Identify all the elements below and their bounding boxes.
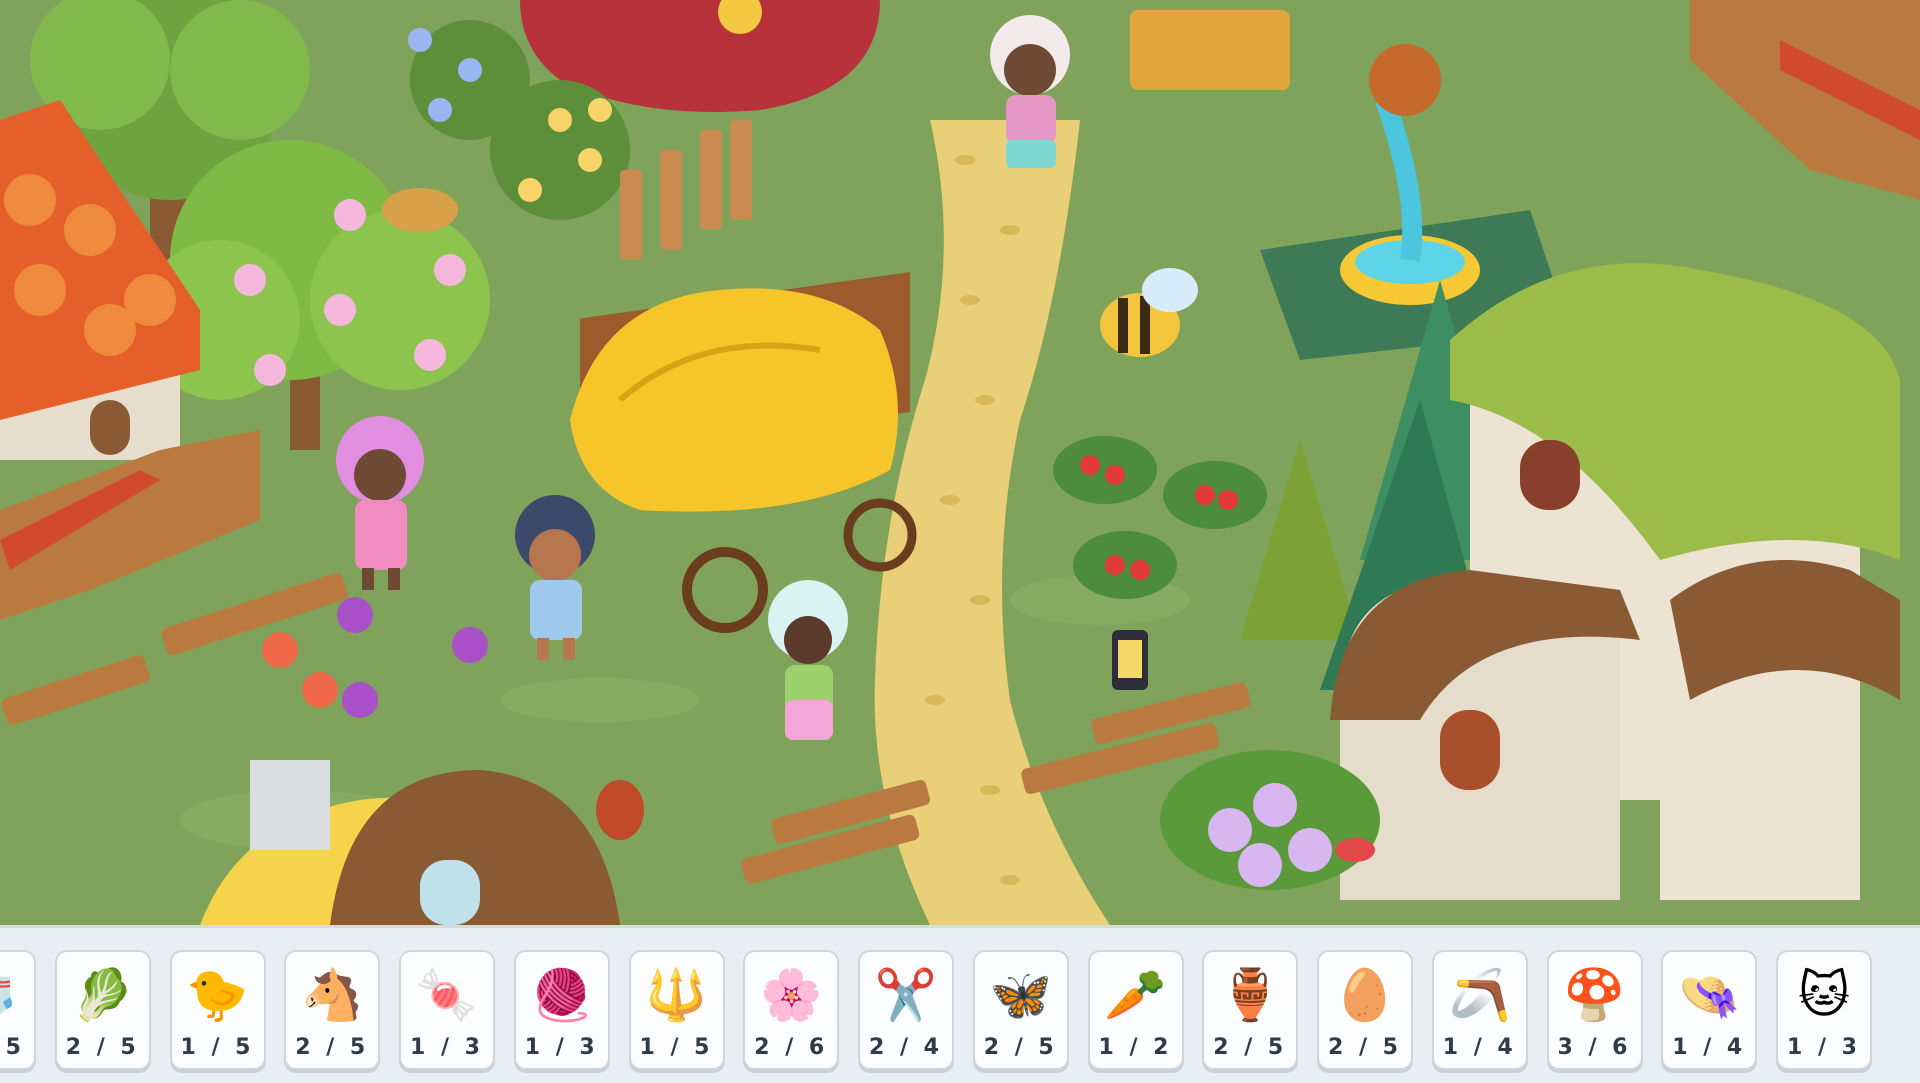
item-count: 1 / 5 xyxy=(639,1035,714,1060)
item-slot-cabbage[interactable]: 🥬 2 / 5 xyxy=(54,950,151,1070)
item-slot-scissors[interactable]: ✂️ 2 / 4 xyxy=(858,950,954,1070)
cat-icon: 🐱 xyxy=(1797,966,1851,1024)
item-count: 2 / 6 xyxy=(754,1035,829,1060)
carrot-icon: 🥕 xyxy=(1104,966,1167,1024)
item-slot-straw-hat[interactable]: 👒 1 / 4 xyxy=(1661,950,1758,1070)
item-slot-slingshot[interactable]: 🪃 1 / 4 xyxy=(1431,950,1528,1070)
game-scene[interactable] xyxy=(0,0,1920,925)
item-slot-egg[interactable]: 🥚 2 / 5 xyxy=(1317,950,1413,1070)
item-count: 1 / 2 xyxy=(1098,1035,1173,1060)
hobby-horse-icon: 🐴 xyxy=(301,966,364,1024)
item-slot-jug[interactable]: 🏺 2 / 5 xyxy=(1202,950,1299,1070)
flower-bed-bottom xyxy=(1160,750,1380,890)
lantern xyxy=(1112,630,1148,690)
slingshot-icon: 🪃 xyxy=(1448,966,1511,1024)
item-count: 2 / 5 xyxy=(65,1035,140,1060)
chick-icon: 🐤 xyxy=(186,966,249,1024)
farm-illustration[interactable] xyxy=(0,0,1920,925)
item-count: 1 / 3 xyxy=(1787,1035,1861,1060)
flower-icon: 🌸 xyxy=(760,966,823,1024)
item-tray: 🧦 2 / 5 🥬 2 / 5 🐤 1 / 5 🐴 2 / 5 🍬 1 / 3 🧶 1 / 3 🔱 1 /… xyxy=(0,925,1920,1083)
item-slot-hobby-horse[interactable]: 🐴 2 / 5 xyxy=(284,950,381,1070)
item-count: 3 / 6 xyxy=(1557,1035,1632,1060)
sock-icon: 🧦 xyxy=(0,962,21,1028)
item-count: 2 / 4 xyxy=(869,1035,943,1060)
cabbage-icon: 🥬 xyxy=(71,966,134,1024)
pitchfork-icon: 🔱 xyxy=(645,966,708,1024)
item-slot-sock[interactable]: 🧦 2 / 5 xyxy=(0,950,36,1070)
butterfly-icon: 🦋 xyxy=(989,966,1052,1024)
item-slot-carrot[interactable]: 🥕 1 / 2 xyxy=(1087,950,1184,1070)
item-slot-candy[interactable]: 🍬 1 / 3 xyxy=(399,950,495,1070)
item-count: 2 / 5 xyxy=(0,1035,25,1060)
candy-icon: 🍬 xyxy=(415,966,479,1024)
item-slot-butterfly[interactable]: 🦋 2 / 5 xyxy=(972,950,1069,1070)
item-slot-cat[interactable]: 🐱 1 / 3 xyxy=(1776,950,1872,1070)
mushroom-icon: 🍄 xyxy=(1563,966,1626,1024)
straw-hat-icon: 👒 xyxy=(1678,966,1741,1024)
item-count: 1 / 3 xyxy=(410,1035,484,1060)
item-slot-flower[interactable]: 🌸 2 / 6 xyxy=(743,950,840,1070)
item-count: 2 / 5 xyxy=(295,1035,370,1060)
item-slot-chick[interactable]: 🐤 1 / 5 xyxy=(169,950,266,1070)
item-count: 2 / 5 xyxy=(1213,1035,1288,1060)
item-count: 2 / 5 xyxy=(983,1035,1058,1060)
beetle xyxy=(596,780,644,840)
jug-icon: 🏺 xyxy=(1219,966,1282,1024)
item-slot-mushroom[interactable]: 🍄 3 / 6 xyxy=(1546,950,1643,1070)
item-count: 1 / 3 xyxy=(524,1035,599,1060)
item-count: 1 / 4 xyxy=(1442,1035,1517,1060)
yarn-ball-icon: 🧶 xyxy=(530,966,593,1024)
item-count: 2 / 5 xyxy=(1328,1035,1402,1060)
bench xyxy=(1130,10,1290,90)
item-slot-yarn-ball[interactable]: 🧶 1 / 3 xyxy=(513,950,610,1070)
item-slot-pitchfork[interactable]: 🔱 1 / 5 xyxy=(628,950,725,1070)
item-count: 1 / 4 xyxy=(1672,1035,1747,1060)
scissors-icon: ✂️ xyxy=(874,966,938,1024)
item-count: 1 / 5 xyxy=(180,1035,255,1060)
egg-icon: 🥚 xyxy=(1333,966,1397,1024)
